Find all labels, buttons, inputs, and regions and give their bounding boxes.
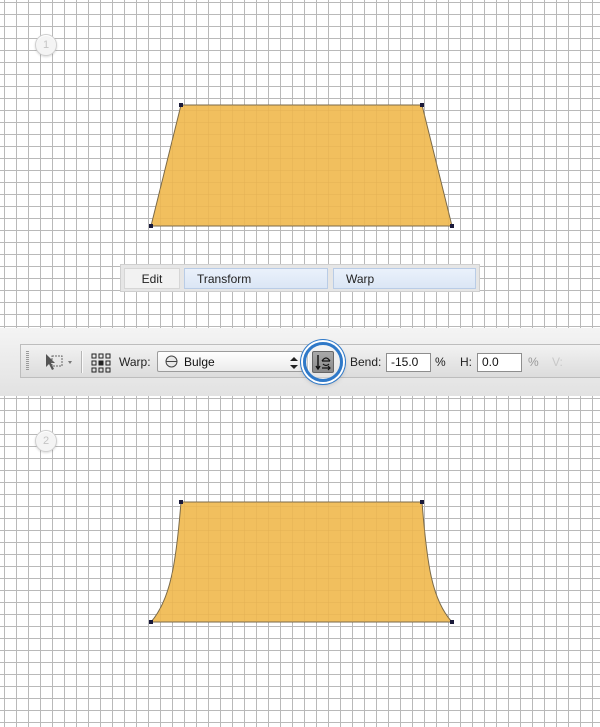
h-distortion-input[interactable]: 0.0	[477, 353, 522, 372]
warp-style-value: Bulge	[184, 355, 215, 369]
bend-label: Bend:	[350, 355, 382, 369]
v-label: V:	[552, 355, 563, 369]
anchor-point[interactable]	[450, 224, 454, 228]
menu-path: Edit Transform Warp	[120, 264, 480, 292]
menu-edit[interactable]: Edit	[124, 268, 180, 289]
options-bar: Warp: Bulge Bend: -15.0 % H: 0.0 % V:	[0, 328, 600, 396]
anchor-point[interactable]	[179, 103, 183, 107]
anchor-point[interactable]	[149, 620, 153, 624]
anchor-point[interactable]	[420, 500, 424, 504]
anchor-point[interactable]	[149, 224, 153, 228]
warp-style-select[interactable]: Bulge	[157, 351, 303, 372]
anchor-point[interactable]	[420, 103, 424, 107]
transform-point-icon[interactable]	[43, 352, 73, 377]
change-warp-orientation-icon	[314, 353, 332, 376]
h-label: H:	[460, 355, 472, 369]
grip-handle[interactable]	[26, 351, 29, 371]
anchor-point[interactable]	[179, 500, 183, 504]
reference-grid-icon[interactable]	[91, 353, 111, 378]
anchor-point[interactable]	[450, 620, 454, 624]
menu-warp[interactable]: Warp	[333, 268, 476, 289]
change-orientation-button[interactable]	[312, 351, 334, 373]
toolbar-separator	[81, 351, 83, 373]
bend-unit: %	[435, 355, 446, 369]
menu-transform[interactable]: Transform	[184, 268, 328, 289]
bend-input[interactable]: -15.0	[386, 353, 431, 372]
h-unit: %	[528, 355, 539, 369]
trapezoid-shape-before[interactable]	[149, 103, 454, 228]
warp-label: Warp:	[119, 355, 151, 369]
up-down-arrows-icon	[290, 356, 298, 374]
warped-shape-after[interactable]	[149, 500, 454, 624]
bulge-style-icon	[165, 355, 178, 373]
